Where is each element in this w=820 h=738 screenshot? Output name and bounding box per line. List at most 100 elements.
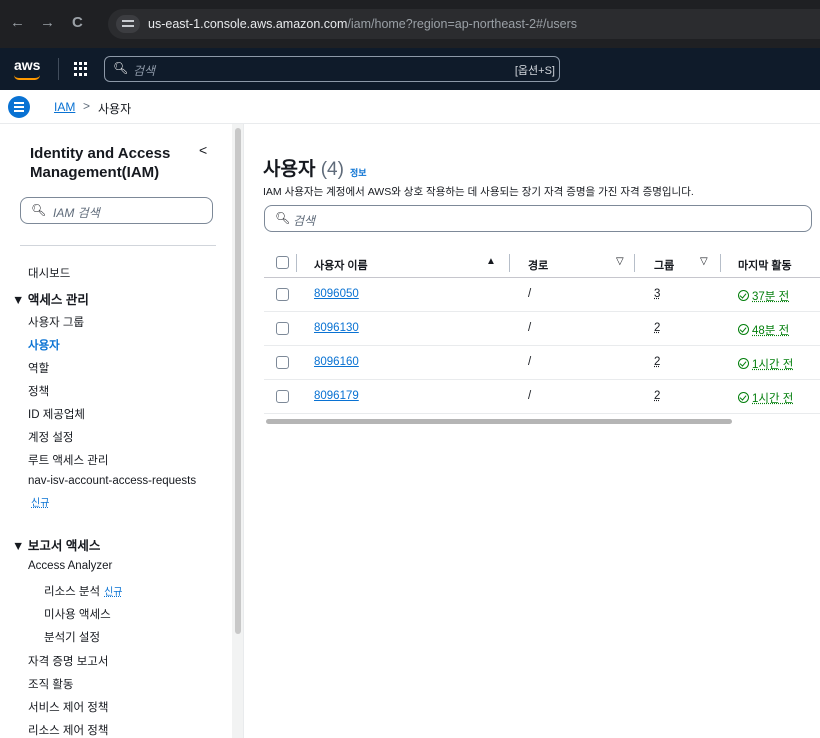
- column-divider: [296, 254, 297, 272]
- column-divider: [509, 254, 510, 272]
- group-count[interactable]: 2: [654, 322, 660, 334]
- sidebar-item-resource-analysis[interactable]: 리소스 분석 신규: [44, 583, 123, 599]
- sidebar-item-rcp[interactable]: 리소스 제어 정책: [28, 722, 108, 738]
- sidebar-item-policies[interactable]: 정책: [28, 383, 49, 399]
- last-activity[interactable]: 37분 전: [738, 288, 789, 304]
- path-cell: /: [528, 288, 532, 300]
- last-activity[interactable]: 48분 전: [738, 322, 789, 338]
- group-count[interactable]: 2: [654, 390, 660, 402]
- users-search-input[interactable]: 🔍︎ 검색: [264, 205, 812, 232]
- search-placeholder: 검색: [133, 64, 156, 78]
- row-checkbox[interactable]: [276, 356, 289, 369]
- sidebar-item-isv-access-requests[interactable]: nav-isv-account-access-requests: [28, 475, 196, 487]
- last-activity-text: 48분 전: [752, 325, 790, 337]
- sidebar-item-org-activity[interactable]: 조직 활동: [28, 676, 74, 692]
- user-count: (4): [320, 159, 344, 180]
- new-badge: 신규: [104, 587, 123, 598]
- main-content: 사용자 (4) 정보 IAM 사용자는 계정에서 AWS와 상호 작용하는 데 …: [244, 124, 820, 738]
- sidebar-search-input[interactable]: 🔍︎ IAM 검색: [20, 197, 213, 224]
- browser-toolbar: ← → C us-east-1.console.aws.amazon.com/i…: [0, 0, 820, 48]
- aws-logo[interactable]: aws: [14, 57, 41, 80]
- select-all-checkbox[interactable]: [276, 256, 289, 269]
- forward-arrow-icon[interactable]: →: [40, 14, 55, 31]
- group-count[interactable]: 2: [654, 356, 660, 368]
- column-header-last-activity[interactable]: 마지막 활동: [738, 257, 792, 273]
- breadcrumb-current: 사용자: [98, 102, 132, 116]
- sidebar-scrollbar[interactable]: [232, 124, 244, 738]
- url-path: /iam/home?region=ap-northeast-2#/users: [347, 17, 578, 31]
- row-checkbox[interactable]: [276, 288, 289, 301]
- users-search-placeholder: 검색: [293, 214, 316, 228]
- check-circle-icon: [738, 290, 749, 301]
- sidebar-item-account-settings[interactable]: 계정 설정: [28, 429, 74, 445]
- last-activity[interactable]: 1시간 전: [738, 356, 793, 372]
- sidebar-item-scp[interactable]: 서비스 제어 정책: [28, 699, 108, 715]
- last-activity-text: 37분 전: [752, 291, 790, 303]
- row-checkbox[interactable]: [276, 390, 289, 403]
- sidebar: Identity and Access Management(IAM) < 🔍︎…: [0, 124, 232, 738]
- sidebar-item-roles[interactable]: 역할: [28, 360, 49, 376]
- check-circle-icon: [738, 324, 749, 335]
- search-icon: 🔍︎: [275, 211, 291, 225]
- new-badge-label: 신규: [31, 498, 50, 509]
- hamburger-menu-icon[interactable]: [8, 96, 30, 118]
- sidebar-title: Identity and Access Management(IAM): [30, 145, 171, 181]
- services-grid-icon[interactable]: [74, 62, 88, 76]
- sidebar-item-dashboard[interactable]: 대시보드: [28, 265, 70, 281]
- sort-icon[interactable]: ▽: [700, 256, 708, 267]
- info-link[interactable]: 정보: [350, 166, 367, 179]
- site-settings-icon[interactable]: [116, 15, 140, 33]
- header-divider: [58, 58, 59, 80]
- last-activity-text: 1시간 전: [752, 359, 794, 371]
- sidebar-item-credential-report[interactable]: 자격 증명 보고서: [28, 653, 108, 669]
- aws-console-header: aws 🔍︎ 검색 [옵션+S]: [0, 48, 820, 90]
- username-link[interactable]: 8096179: [314, 390, 359, 402]
- sidebar-search-placeholder: IAM 검색: [53, 206, 100, 220]
- sidebar-scrollbar-thumb[interactable]: [235, 128, 241, 634]
- sidebar-item-analyzer-settings[interactable]: 분석기 설정: [44, 629, 100, 645]
- table-header: 사용자 이름 ▲ 경로 ▽ 그룹 ▽ 마지막 활동: [264, 248, 820, 278]
- table-row: 8096130 / 2 48분 전: [264, 312, 820, 346]
- back-arrow-icon[interactable]: ←: [10, 14, 25, 31]
- page-description: IAM 사용자는 계정에서 AWS와 상호 작용하는 데 사용되는 장기 자격 …: [263, 186, 694, 198]
- sidebar-group-label: 보고서 액세스: [27, 539, 101, 553]
- console-search-input[interactable]: 🔍︎ 검색 [옵션+S]: [104, 56, 560, 82]
- breadcrumb-iam-link[interactable]: IAM: [54, 100, 75, 114]
- group-count[interactable]: 3: [654, 288, 660, 300]
- username-link[interactable]: 8096130: [314, 322, 359, 334]
- username-link[interactable]: 8096050: [314, 288, 359, 300]
- path-cell: /: [528, 322, 532, 334]
- column-header-path[interactable]: 경로: [528, 257, 548, 273]
- sidebar-item-users[interactable]: 사용자: [28, 337, 60, 353]
- column-divider: [634, 254, 635, 272]
- sidebar-item-user-groups[interactable]: 사용자 그룹: [28, 314, 84, 330]
- breadcrumb-separator: >: [83, 99, 91, 113]
- sort-icon[interactable]: ▽: [616, 256, 624, 267]
- sidebar-group-access-management[interactable]: ▼ 액세스 관리: [12, 289, 89, 308]
- column-divider: [720, 254, 721, 272]
- address-bar[interactable]: us-east-1.console.aws.amazon.com/iam/hom…: [108, 9, 820, 39]
- column-header-groups[interactable]: 그룹: [654, 257, 674, 273]
- search-shortcut: [옵션+S]: [514, 65, 555, 77]
- reload-icon[interactable]: C: [72, 14, 83, 31]
- last-activity-text: 1시간 전: [752, 393, 794, 405]
- table-horizontal-scrollbar[interactable]: [266, 419, 732, 424]
- last-activity[interactable]: 1시간 전: [738, 390, 793, 406]
- sidebar-group-label: 액세스 관리: [27, 293, 89, 307]
- collapse-sidebar-button[interactable]: <: [199, 142, 207, 158]
- url-host: us-east-1.console.aws.amazon.com: [148, 17, 348, 31]
- row-checkbox[interactable]: [276, 322, 289, 335]
- page-title: 사용자 (4): [263, 154, 344, 181]
- sidebar-item-access-analyzer[interactable]: Access Analyzer: [28, 560, 112, 572]
- column-header-username[interactable]: 사용자 이름: [314, 257, 368, 273]
- sidebar-group-reports[interactable]: ▼ 보고서 액세스: [12, 535, 100, 554]
- username-link[interactable]: 8096160: [314, 356, 359, 368]
- page-title-text: 사용자: [263, 159, 316, 180]
- sidebar-item-identity-providers[interactable]: ID 제공업체: [28, 406, 85, 422]
- sidebar-divider: [20, 245, 216, 246]
- sort-ascending-icon[interactable]: ▲: [486, 256, 496, 267]
- sidebar-item-label: 리소스 분석: [44, 586, 101, 598]
- sidebar-item-unused-access[interactable]: 미사용 액세스: [44, 606, 111, 622]
- table-row: 8096050 / 3 37분 전: [264, 278, 820, 312]
- sidebar-item-root-access[interactable]: 루트 액세스 관리: [28, 452, 108, 468]
